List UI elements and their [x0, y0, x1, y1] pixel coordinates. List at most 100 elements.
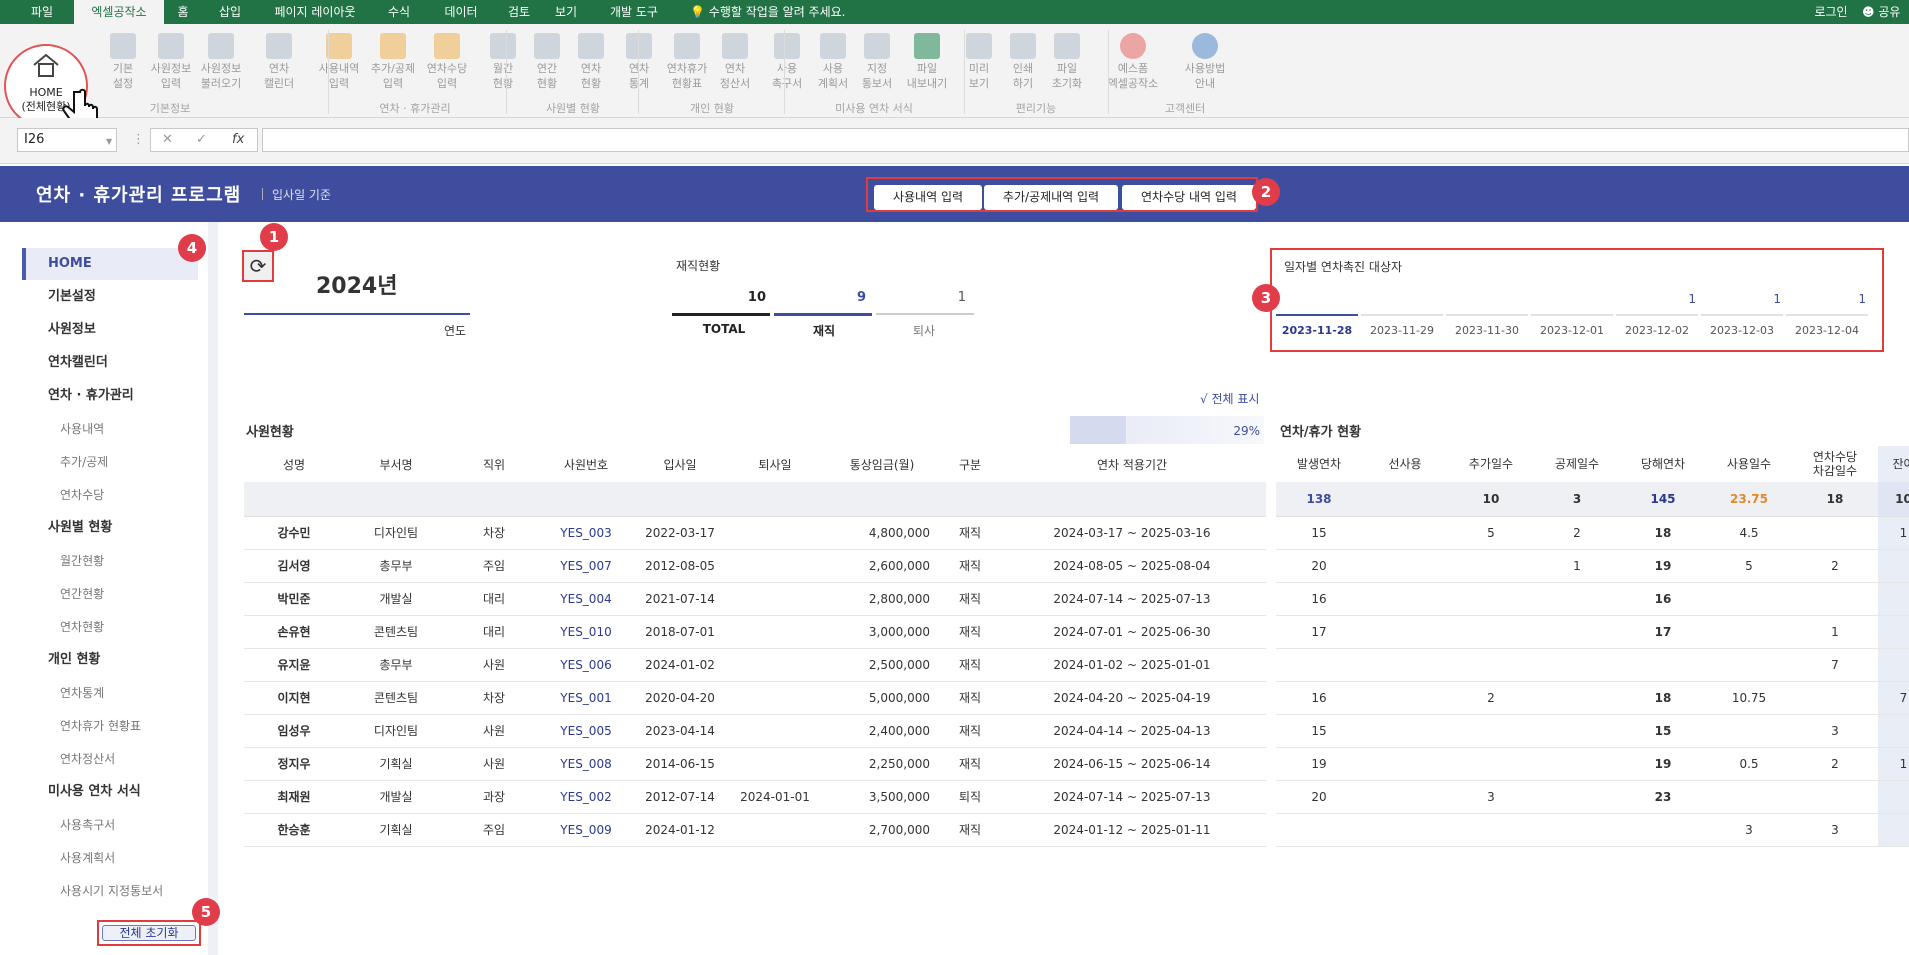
- ribbon-tab-9[interactable]: 개발 도구: [598, 0, 670, 24]
- ribbon-button-11[interactable]: 연차휴가 현황표: [660, 30, 714, 106]
- promotion-date[interactable]: 2023-12-03: [1701, 324, 1783, 337]
- reset-all-button[interactable]: 전체 초기화: [102, 925, 196, 941]
- leave-cell: 4.5: [1706, 516, 1792, 550]
- leave-cell: 7: [1792, 648, 1878, 682]
- ribbon-tab-2[interactable]: 홈: [168, 0, 198, 24]
- sidebar-item-15[interactable]: 연차정산서: [22, 743, 198, 775]
- sidebar-item-14[interactable]: 연차휴가 현황표: [22, 710, 198, 742]
- sidebar-item-1[interactable]: 기본설정: [22, 281, 198, 313]
- ribbon-button-21[interactable]: 사용방법 안내: [1178, 30, 1232, 106]
- employee-row[interactable]: 이지현 콘텐츠팀 차장 YES_001 2020-04-20 5,000,000 재직 202…: [244, 681, 1266, 715]
- leave-row[interactable]: 33: [1276, 813, 1909, 847]
- ribbon-group-label-2: 사원별 현황: [545, 102, 601, 115]
- leave-row[interactable]: 17 17 1: [1276, 615, 1909, 649]
- promotion-date[interactable]: 2023-12-01: [1531, 324, 1613, 337]
- promotion-date[interactable]: 2023-11-29: [1361, 324, 1443, 337]
- sidebar-item-19[interactable]: 사용시기 지정통보서: [22, 875, 198, 907]
- ribbon-button-12[interactable]: 연차 정산서: [708, 30, 762, 106]
- leave-row[interactable]: 16 2 18 10.75 7: [1276, 681, 1909, 715]
- function-icon[interactable]: fx: [232, 132, 244, 147]
- employee-row[interactable]: 박민준 개발실 대리 YES_004 2021-07-14 2,800,000 재직 2024…: [244, 582, 1266, 616]
- ribbon-tab-1[interactable]: 엑셀공작소: [74, 0, 164, 24]
- ribbon-tab-6[interactable]: 데이터: [430, 0, 492, 24]
- allowance-entry-button[interactable]: 연차수당 내역 입력: [1122, 185, 1256, 210]
- cancel-icon[interactable]: ✕: [162, 132, 173, 147]
- sidebar-item-10[interactable]: 연간현황: [22, 578, 198, 610]
- sidebar-item-7[interactable]: 연차수당: [22, 479, 198, 511]
- employee-row[interactable]: 김서영 총무부 주임 YES_007 2012-08-05 2,600,000 재직 2024…: [244, 549, 1266, 583]
- ribbon-tab-4[interactable]: 페이지 레이아웃: [262, 0, 368, 24]
- sidebar-item-2[interactable]: 사원정보: [22, 314, 198, 346]
- sidebar-item-5[interactable]: 사용내역: [22, 413, 198, 445]
- employee-row[interactable]: 정지우 기획실 사원 YES_008 2014-06-15 2,250,000 재직 2024…: [244, 747, 1266, 781]
- add-deduct-entry-button[interactable]: 추가/공제내역 입력: [984, 185, 1118, 210]
- leave-row[interactable]: 20 3 23: [1276, 780, 1909, 814]
- refresh-button[interactable]: ⟳: [242, 250, 274, 282]
- share-button[interactable]: ☻ 공유: [1862, 0, 1909, 24]
- ribbon-tab-3[interactable]: 삽입: [210, 0, 250, 24]
- leave-row[interactable]: 7: [1276, 648, 1909, 682]
- leave-row[interactable]: 15 5 2 18 4.5 1: [1276, 516, 1909, 550]
- ribbon-button-0[interactable]: 기본 설정: [96, 30, 150, 106]
- leave-header-cell: 선사용: [1388, 457, 1422, 471]
- sidebar-item-11[interactable]: 연차현황: [22, 611, 198, 643]
- sidebar-item-12[interactable]: 개인 현황: [22, 644, 198, 676]
- sidebar-item-8[interactable]: 사원별 현황: [22, 512, 198, 544]
- ribbon-button-20[interactable]: 예스폼 엑셀공작소: [1106, 30, 1160, 106]
- login-link[interactable]: 로그인: [1808, 0, 1854, 24]
- callout-badge-2: 2: [1252, 178, 1280, 206]
- sidebar-item-9[interactable]: 월간현황: [22, 545, 198, 577]
- ribbon-button-6[interactable]: 연차수당 입력: [420, 30, 474, 106]
- leave-cell: 10.75: [1706, 681, 1792, 715]
- tell-me-box[interactable]: 💡 수행할 작업을 알려 주세요.: [690, 0, 890, 24]
- ribbon-button-9[interactable]: 연차 현황: [564, 30, 618, 106]
- ribbon-button-16[interactable]: 파일 내보내기: [900, 30, 954, 106]
- name-box[interactable]: I26: [17, 128, 117, 152]
- leave-row[interactable]: 19 19 0.5 2 1: [1276, 747, 1909, 781]
- ribbon-button-19[interactable]: 파일 초기화: [1040, 30, 1094, 106]
- ribbon-button-15[interactable]: 지정 통보서: [850, 30, 904, 106]
- total-label: TOTAL: [702, 322, 746, 336]
- employee-row[interactable]: 유지윤 총무부 사원 YES_006 2024-01-02 2,500,000 재직 2024…: [244, 648, 1266, 682]
- employee-row[interactable]: 임성우 디자인팀 사원 YES_005 2023-04-14 2,400,000 재직 202…: [244, 714, 1266, 748]
- employee-row[interactable]: 최재원 개발실 과장 YES_002 2012-07-14 2024-01-01 3,500…: [244, 780, 1266, 814]
- sidebar-item-6[interactable]: 추가/공제: [22, 446, 198, 478]
- name-box-dropdown-icon[interactable]: ▼: [106, 137, 112, 146]
- ribbon-tab-8[interactable]: 보기: [546, 0, 586, 24]
- sidebar-item-0[interactable]: HOME: [22, 248, 198, 280]
- sidebar-item-18[interactable]: 사용계획서: [22, 842, 198, 874]
- leave-row[interactable]: 16 16: [1276, 582, 1909, 616]
- ribbon-button-10[interactable]: 연차 통계: [612, 30, 666, 106]
- employee-cell: 주임: [448, 549, 540, 583]
- employee-row[interactable]: 강수민 디자인팀 차장 YES_003 2022-03-17 4,800,000 재직 202…: [244, 516, 1266, 550]
- ribbon-button-3[interactable]: 연차 캘린더: [252, 30, 306, 106]
- ribbon-button-4[interactable]: 사용내역 입력: [312, 30, 366, 106]
- leave-cell: 16: [1276, 681, 1362, 715]
- employee-cell: 콘텐츠팀: [344, 681, 448, 715]
- promotion-date[interactable]: 2023-12-02: [1616, 324, 1698, 337]
- sidebar-item-16[interactable]: 미사용 연차 서식: [22, 776, 198, 808]
- ribbon-tab-5[interactable]: 수식: [378, 0, 420, 24]
- promotion-date[interactable]: 2023-11-30: [1446, 324, 1528, 337]
- promotion-date[interactable]: 2023-12-04: [1786, 324, 1868, 337]
- leave-row[interactable]: 15 15 3: [1276, 714, 1909, 748]
- employee-row[interactable]: 한승훈 기획실 주임 YES_009 2024-01-12 2,700,000 재직 2024…: [244, 813, 1266, 847]
- enter-icon[interactable]: ✓: [196, 132, 207, 147]
- formula-input[interactable]: [262, 128, 1909, 152]
- ribbon-button-5[interactable]: 추가/공제 입력: [366, 30, 420, 106]
- employee-cell: 2024-01-12: [632, 813, 728, 847]
- ribbon-button-1[interactable]: 사원정보 입력: [144, 30, 198, 106]
- usage-entry-button[interactable]: 사용내역 입력: [874, 185, 982, 210]
- sidebar-item-17[interactable]: 사용촉구서: [22, 809, 198, 841]
- show-all-toggle[interactable]: √ 전체 표시: [1200, 390, 1259, 407]
- ribbon-button-2[interactable]: 사원정보 불러오기: [194, 30, 248, 106]
- ribbon-tab-7[interactable]: 검토: [500, 0, 538, 24]
- promotion-date[interactable]: 2023-11-28: [1276, 324, 1358, 337]
- leave-row[interactable]: 20 1 19 5 2: [1276, 549, 1909, 583]
- sidebar-item-3[interactable]: 연차캘린더: [22, 347, 198, 379]
- sidebar-item-4[interactable]: 연차 · 휴가관리: [22, 380, 198, 412]
- leave-cell: [1878, 615, 1909, 649]
- sidebar-item-13[interactable]: 연차통계: [22, 677, 198, 709]
- ribbon-tab-0[interactable]: 파일: [20, 0, 64, 24]
- employee-row[interactable]: 손유현 콘텐츠팀 대리 YES_010 2018-07-01 3,000,000 재직 202…: [244, 615, 1266, 649]
